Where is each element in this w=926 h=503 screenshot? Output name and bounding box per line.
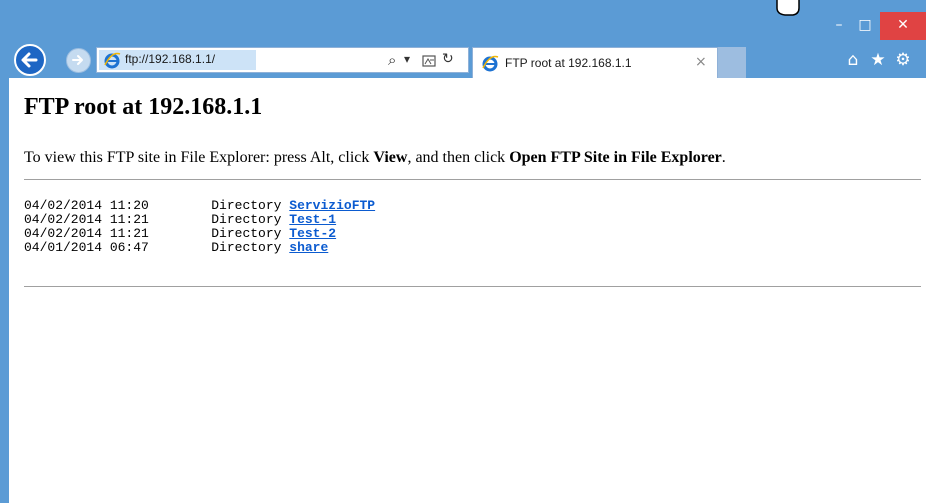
list-item: 04/02/2014 11:21 Directory Test-2 bbox=[24, 227, 375, 241]
refresh-icon[interactable]: ↻ bbox=[442, 51, 454, 67]
entry-date: 04/02/2014 11:20 bbox=[24, 198, 149, 213]
divider-top bbox=[24, 179, 921, 180]
hand-cursor-icon bbox=[776, 0, 800, 16]
close-button[interactable]: ✕ bbox=[880, 12, 926, 40]
directory-listing: 04/02/2014 11:20 Directory ServizioFTP 0… bbox=[24, 199, 375, 255]
compatibility-icon[interactable] bbox=[422, 54, 436, 68]
forward-button[interactable] bbox=[66, 48, 91, 73]
entry-date: 04/02/2014 11:21 bbox=[24, 212, 149, 227]
entry-type: Directory bbox=[211, 198, 282, 213]
tab-close-icon[interactable]: × bbox=[695, 54, 707, 70]
divider-bottom bbox=[24, 286, 921, 287]
page-content: FTP root at 192.168.1.1 To view this FTP… bbox=[9, 78, 926, 503]
instruction-mid: , and then click bbox=[407, 149, 510, 166]
dropdown-icon[interactable]: ▾ bbox=[404, 52, 410, 66]
instruction-open-ftp: Open FTP Site in File Explorer bbox=[509, 149, 722, 166]
window-frame-left bbox=[0, 0, 9, 503]
tab-ftp-root[interactable]: FTP root at 192.168.1.1 × bbox=[472, 47, 718, 78]
instruction-view: View bbox=[373, 149, 408, 166]
entry-date: 04/01/2014 06:47 bbox=[24, 240, 149, 255]
new-tab-button[interactable] bbox=[718, 47, 746, 78]
address-tools: ⌕ ▾ ↻ bbox=[382, 51, 468, 71]
ie-tab-icon bbox=[482, 55, 499, 72]
directory-link-serviziofftp[interactable]: ServizioFTP bbox=[289, 198, 375, 213]
home-icon[interactable]: ⌂ bbox=[842, 49, 864, 71]
directory-link-share[interactable]: share bbox=[289, 240, 328, 255]
tab-title: FTP root at 192.168.1.1 bbox=[505, 56, 632, 70]
entry-date: 04/02/2014 11:21 bbox=[24, 226, 149, 241]
favorites-icon[interactable]: ★ bbox=[867, 49, 889, 71]
search-icon[interactable]: ⌕ bbox=[388, 51, 396, 69]
instruction-end: . bbox=[721, 149, 726, 166]
maximize-button[interactable]: □ bbox=[852, 12, 878, 40]
directory-link-test-1[interactable]: Test-1 bbox=[289, 212, 336, 227]
minimize-button[interactable]: – bbox=[826, 12, 852, 40]
ie-page-icon bbox=[104, 52, 121, 69]
page-title: FTP root at 192.168.1.1 bbox=[24, 94, 263, 120]
address-bar[interactable]: ftp://192.168.1.1/ ⌕ ▾ ↻ bbox=[96, 47, 469, 73]
tools-icon[interactable]: ⚙ bbox=[892, 49, 914, 71]
back-arrow-icon bbox=[21, 52, 38, 68]
entry-type: Directory bbox=[211, 212, 282, 227]
forward-arrow-icon bbox=[72, 55, 83, 65]
instruction-text: To view this FTP site in File Explorer: … bbox=[24, 149, 726, 167]
list-item: 04/02/2014 11:21 Directory Test-1 bbox=[24, 213, 375, 227]
directory-link-test-2[interactable]: Test-2 bbox=[289, 226, 336, 241]
entry-type: Directory bbox=[211, 240, 282, 255]
address-url[interactable]: ftp://192.168.1.1/ bbox=[125, 52, 215, 66]
list-item: 04/01/2014 06:47 Directory share bbox=[24, 241, 375, 255]
back-button[interactable] bbox=[14, 44, 46, 76]
instruction-prefix: To view this FTP site in File Explorer: … bbox=[24, 149, 374, 166]
entry-type: Directory bbox=[211, 226, 282, 241]
list-item: 04/02/2014 11:20 Directory ServizioFTP bbox=[24, 199, 375, 213]
